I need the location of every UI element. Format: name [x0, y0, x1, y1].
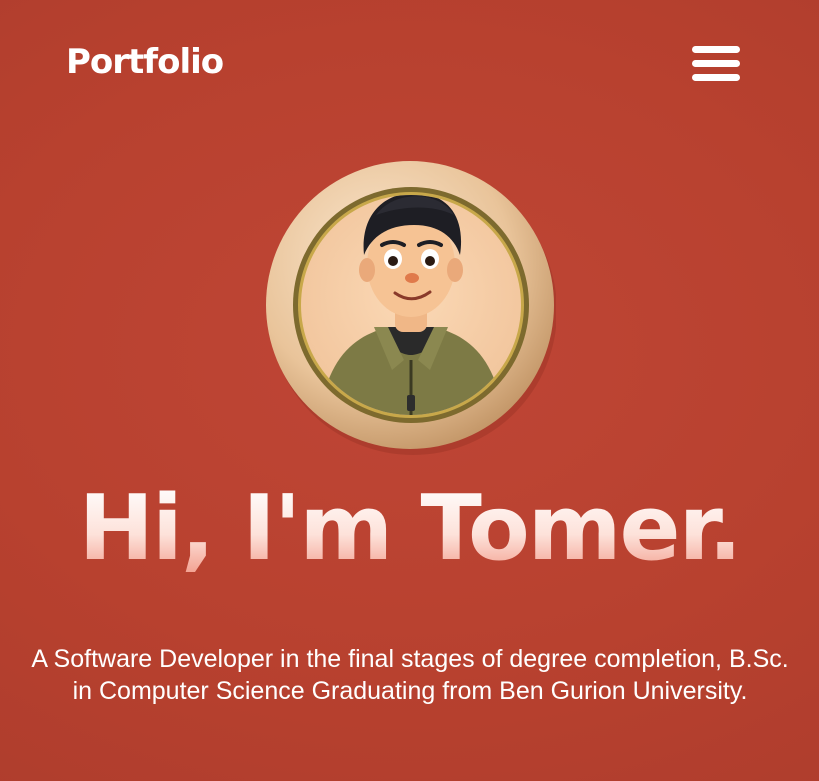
- avatar-illustration: [266, 161, 557, 455]
- menu-line: [692, 60, 740, 67]
- hero-title: Hi, I'm Tomer.: [0, 481, 819, 577]
- menu-line: [692, 46, 740, 53]
- site-logo[interactable]: Portfolio: [66, 42, 224, 82]
- hamburger-menu-icon[interactable]: [690, 44, 742, 84]
- avatar: [264, 155, 557, 455]
- menu-line: [692, 74, 740, 81]
- hero-description: A Software Developer in the final stages…: [31, 645, 789, 705]
